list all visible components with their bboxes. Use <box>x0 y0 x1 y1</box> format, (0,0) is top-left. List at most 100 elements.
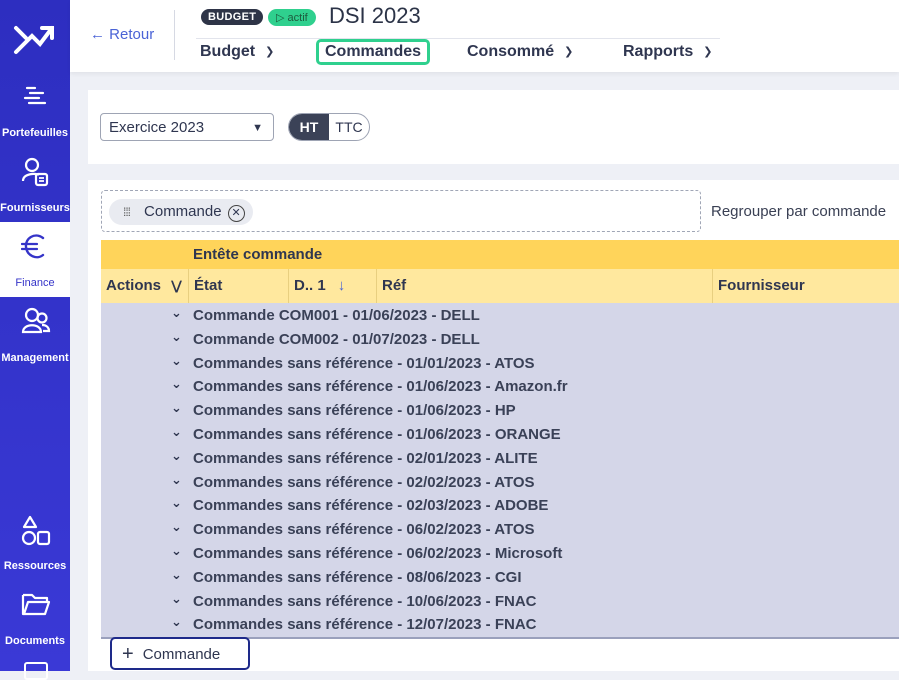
column-label: Réf <box>382 277 407 294</box>
chevron-down-icon[interactable]: ⌄ <box>171 448 182 464</box>
header-group-row: Entête commande <box>101 240 899 269</box>
chevron-down-icon[interactable]: ⌄ <box>171 591 182 607</box>
sidebar-item-management[interactable]: Management <box>0 297 70 372</box>
group-row-label: Commandes sans référence - 06/02/2023 - … <box>193 521 535 539</box>
sidebar-item-label: Fournisseurs <box>0 202 70 214</box>
group-hint: Regrouper par commande <box>711 203 887 220</box>
chevron-down-icon[interactable]: ⌄ <box>171 400 182 416</box>
tab-budget[interactable]: Budget ❯ <box>200 43 274 61</box>
sidebar-item-portefeuilles[interactable]: Portefeuilles <box>0 72 70 147</box>
users-icon <box>21 307 51 334</box>
column-actions[interactable]: Actions ⋁ <box>101 269 189 303</box>
tab-commandes[interactable]: Commandes <box>316 39 431 65</box>
orders-grid: ⁞⁞⁞ Commande ✕ Regrouper par commande Entê… <box>88 180 899 671</box>
table-row[interactable]: ⌄ Commande COM001 - 01/06/2023 - DELL <box>101 303 899 327</box>
table-row[interactable]: ⌄ Commandes sans référence - 06/02/2023 -… <box>101 541 899 565</box>
column-header-row: Actions ⋁ État D.. 1 ↓ Réf Fournisseur <box>101 269 899 303</box>
page-header: ← Retour BUDGET ▷ actif DSI 2023 Budget ❯… <box>70 0 899 72</box>
tab-consomme[interactable]: Consommé ❯ <box>467 43 573 61</box>
expand-all-icon[interactable]: ⋁ <box>171 278 182 293</box>
tax-toggle[interactable]: HT TTC <box>288 113 370 141</box>
more-icon[interactable] <box>24 662 48 680</box>
sidebar-item-label: Portefeuilles <box>1 127 69 139</box>
back-link[interactable]: ← Retour <box>90 26 154 43</box>
sidebar-item-fournisseurs[interactable]: Fournisseurs <box>0 147 70 222</box>
chevron-down-icon[interactable]: ⌄ <box>171 519 182 535</box>
table-row[interactable]: ⌄ Commandes sans référence - 08/06/2023 -… <box>101 565 899 589</box>
divider <box>174 10 175 60</box>
group-drop-zone[interactable]: ⁞⁞⁞ Commande ✕ <box>101 190 701 232</box>
sidebar-item-label: Ressources <box>3 560 67 572</box>
tab-label: Rapports <box>623 43 694 60</box>
column-label: D.. 1 <box>294 277 326 294</box>
table-row[interactable]: ⌄ Commande COM002 - 01/07/2023 - DELL <box>101 327 899 351</box>
drag-handle-icon[interactable]: ⁞⁞⁞ <box>123 205 131 219</box>
column-etat[interactable]: État <box>188 269 288 303</box>
sidebar-item-documents[interactable]: Documents <box>0 580 70 655</box>
table-row[interactable]: ⌄ Commandes sans référence - 12/07/2023 -… <box>101 612 899 636</box>
toggle-ht[interactable]: HT <box>289 114 329 140</box>
suppliers-icon <box>21 157 49 187</box>
toggle-ttc[interactable]: TTC <box>329 114 369 140</box>
group-row-label: Commandes sans référence - 02/03/2023 - … <box>193 497 549 515</box>
chevron-down-icon[interactable]: ⌄ <box>171 329 182 345</box>
chevron-down-icon: ❯ <box>703 46 713 58</box>
table-row[interactable]: ⌄ Commandes sans référence - 01/01/2023 -… <box>101 351 899 375</box>
column-label: Actions <box>106 277 162 294</box>
type-badge: BUDGET <box>201 9 264 25</box>
plus-icon: + <box>122 643 134 665</box>
exercise-select[interactable]: Exercice 2023 ▼ <box>100 113 274 141</box>
table-row[interactable]: ⌄ Commandes sans référence - 06/02/2023 -… <box>101 517 899 541</box>
chevron-down-icon[interactable]: ⌄ <box>171 353 182 369</box>
chevron-down-icon[interactable]: ⌄ <box>171 495 182 511</box>
column-fournisseur[interactable]: Fournisseur <box>712 269 899 303</box>
chevron-down-icon[interactable]: ⌄ <box>171 424 182 440</box>
tab-label: Consommé <box>467 43 555 60</box>
header-group-label: Entête commande <box>193 246 323 263</box>
status-badge: ▷ actif <box>268 9 316 26</box>
filter-panel: Exercice 2023 ▼ HT TTC <box>88 90 899 164</box>
chevron-down-icon[interactable]: ⌄ <box>171 567 182 583</box>
chevron-down-icon: ▼ <box>252 122 263 134</box>
chevron-down-icon: ❯ <box>265 46 275 58</box>
table-row[interactable]: ⌄ Commandes sans référence - 02/03/2023 -… <box>101 493 899 517</box>
group-row-label: Commandes sans référence - 01/06/2023 - … <box>193 402 516 420</box>
sidebar-item-finance[interactable]: Finance <box>0 222 70 297</box>
tab-label: Commandes <box>325 43 422 60</box>
table-row[interactable]: ⌄ Commandes sans référence - 10/06/2023 -… <box>101 589 899 613</box>
sidebar-item-label: Finance <box>15 277 55 289</box>
table-row[interactable]: ⌄ Commandes sans référence - 01/06/2023 -… <box>101 422 899 446</box>
group-row-label: Commandes sans référence - 08/06/2023 - … <box>193 568 522 586</box>
group-row-label: Commande COM001 - 01/06/2023 - DELL <box>193 307 480 324</box>
add-order-button[interactable]: + Commande <box>110 637 250 670</box>
chevron-down-icon[interactable]: ⌄ <box>171 543 182 559</box>
exercise-select-value: Exercice 2023 <box>109 119 205 136</box>
table-row[interactable]: ⌄ Commandes sans référence - 01/06/2023 -… <box>101 398 899 422</box>
group-chip-label: Commande <box>144 203 222 220</box>
app-logo[interactable] <box>12 18 56 58</box>
group-row-label: Commandes sans référence - 02/01/2023 - … <box>193 449 538 467</box>
group-row-label: Commandes sans référence - 01/01/2023 - … <box>193 354 535 372</box>
column-label: État <box>194 277 223 294</box>
group-row-label: Commandes sans référence - 12/07/2023 - … <box>193 616 537 634</box>
group-row-label: Commandes sans référence - 01/06/2023 - … <box>193 426 561 443</box>
column-date[interactable]: D.. 1 ↓ <box>288 269 376 303</box>
group-row-label: Commande COM002 - 01/07/2023 - DELL <box>193 330 480 348</box>
sidebar-item-ressources[interactable]: Ressources <box>0 505 70 580</box>
chevron-down-icon: ❯ <box>564 46 574 58</box>
chevron-down-icon[interactable]: ⌄ <box>171 305 182 321</box>
sort-down-icon[interactable]: ↓ <box>338 277 346 294</box>
page-title: DSI 2023 <box>329 3 421 28</box>
chevron-down-icon[interactable]: ⌄ <box>171 376 182 392</box>
add-order-label: Commande <box>142 646 221 663</box>
column-ref[interactable]: Réf <box>376 269 712 303</box>
chevron-down-icon[interactable]: ⌄ <box>171 614 182 630</box>
tab-rapports[interactable]: Rapports ❯ <box>623 43 712 61</box>
folder-icon <box>21 593 51 616</box>
group-chip[interactable]: ⁞⁞⁞ Commande ✕ <box>109 199 253 225</box>
table-row[interactable]: ⌄ Commandes sans référence - 02/02/2023 -… <box>101 470 899 494</box>
close-icon[interactable]: ✕ <box>227 205 245 222</box>
chevron-down-icon[interactable]: ⌄ <box>171 472 182 488</box>
table-row[interactable]: ⌄ Commandes sans référence - 01/06/2023 -… <box>101 374 899 398</box>
table-row[interactable]: ⌄ Commandes sans référence - 02/01/2023 -… <box>101 446 899 470</box>
